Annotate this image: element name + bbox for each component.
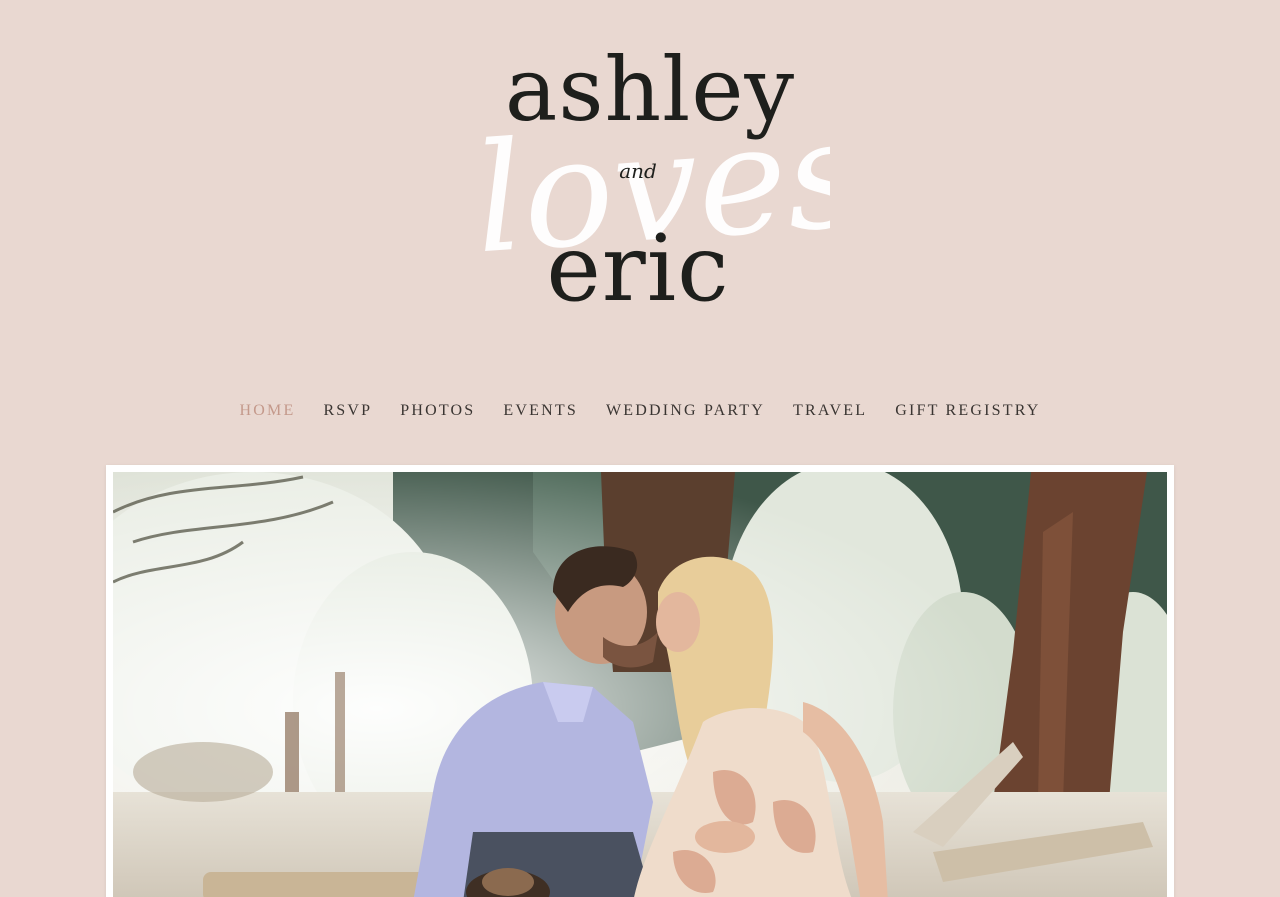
- logo-name-two: eric: [546, 215, 729, 318]
- site-logo[interactable]: ashley loves and eric: [470, 28, 830, 318]
- engagement-photo-illustration: [113, 472, 1167, 897]
- nav-item-rsvp[interactable]: RSVP: [309, 398, 386, 424]
- nav-item-photos[interactable]: PHOTOS: [386, 398, 489, 424]
- hero-photo-frame: [106, 465, 1174, 897]
- nav-item-wedding-party[interactable]: WEDDING PARTY: [592, 398, 779, 424]
- main-navigation: HOME RSVP PHOTOS EVENTS WEDDING PARTY TR…: [0, 398, 1280, 424]
- hero-photo: [113, 472, 1167, 897]
- nav-item-gift-registry[interactable]: GIFT REGISTRY: [881, 398, 1054, 424]
- nav-item-events[interactable]: EVENTS: [489, 398, 592, 424]
- logo-mark: ashley loves and eric: [470, 38, 830, 318]
- wedding-website-page: ashley loves and eric HOME RSVP PHOTOS E…: [0, 0, 1280, 897]
- logo-connector: and: [619, 159, 657, 183]
- nav-item-travel[interactable]: TRAVEL: [779, 398, 881, 424]
- nav-item-home[interactable]: HOME: [226, 398, 310, 424]
